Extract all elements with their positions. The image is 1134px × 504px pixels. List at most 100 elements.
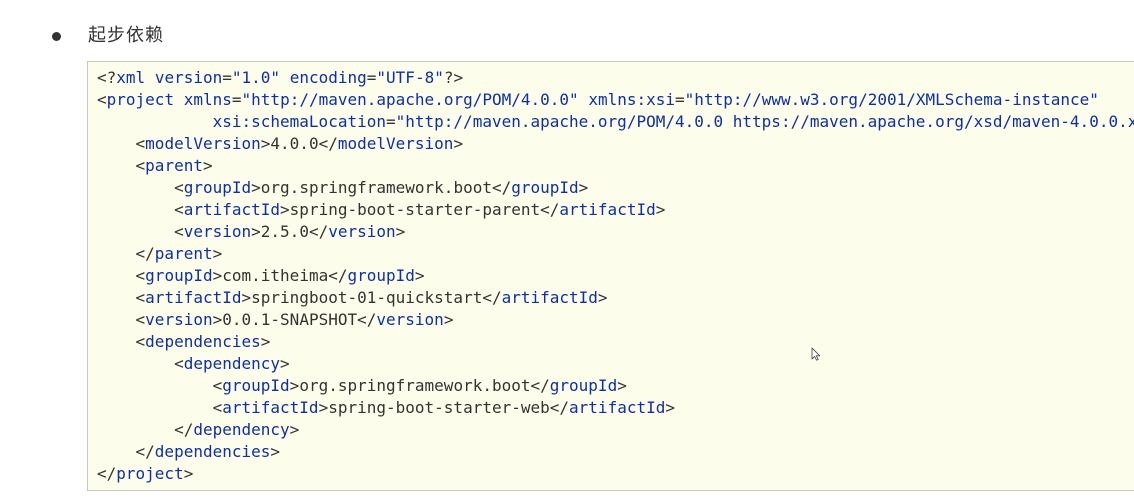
- bullet-item: 起步依赖: [52, 22, 163, 50]
- xml-text-token: </: [540, 200, 560, 219]
- code-line: <?xml version="1.0" encoding="UTF-8"?>: [97, 67, 1134, 89]
- xml-name-token: artifactId: [559, 200, 656, 219]
- xml-text-token: <?: [97, 68, 117, 87]
- xml-text-token: <: [212, 376, 223, 395]
- xml-text-token: <: [97, 90, 107, 109]
- xml-text-token: >: [289, 376, 300, 395]
- xml-value-token: "http://www.w3.org/2001/XMLSchema-instan…: [684, 90, 1099, 109]
- xml-name-token: groupId: [549, 376, 618, 395]
- xml-text-token: </: [135, 244, 155, 263]
- xml-text-token: ?>: [443, 68, 464, 87]
- xml-text-token: [97, 398, 213, 417]
- bullet-dot-icon: [52, 32, 61, 41]
- xml-text-token: >: [289, 420, 300, 439]
- xml-value-token: "1.0": [231, 68, 281, 87]
- code-line: <dependencies>: [97, 331, 1134, 353]
- xml-text-token: >: [241, 288, 252, 307]
- xml-text-token: [97, 200, 174, 219]
- xml-text-token: <: [174, 178, 184, 197]
- xml-text-token: [97, 354, 174, 373]
- xml-name-token: groupId: [511, 178, 579, 197]
- xml-text-token: >: [212, 244, 223, 263]
- xml-text-token: <: [135, 310, 146, 329]
- code-line: <artifactId>spring-boot-starter-web</art…: [97, 397, 1134, 419]
- xml-text-token: [97, 178, 174, 197]
- xml-text-token: >: [414, 266, 425, 285]
- xml-text-token: >: [280, 354, 290, 373]
- xml-name-token: parent: [154, 244, 213, 263]
- xml-name-token: dependency: [183, 354, 281, 373]
- xml-text-token: >: [665, 398, 675, 417]
- xml-text-token: >: [655, 200, 666, 219]
- xml-text-token: >: [260, 134, 271, 153]
- xml-text-token: [97, 266, 136, 285]
- xml-name-token: dependencies: [154, 442, 271, 461]
- code-line: <dependency>: [97, 353, 1134, 375]
- xml-name-token: project: [116, 464, 184, 483]
- xml-name-token: encoding: [289, 68, 367, 87]
- xml-name-token: xsi:schemaLocation: [212, 112, 386, 131]
- xml-name-token: version: [145, 310, 213, 329]
- xml-text-token: [579, 90, 589, 109]
- xml-name-token: artifactId: [501, 288, 598, 307]
- xml-text-token: >: [318, 398, 329, 417]
- xml-name-token: groupId: [183, 178, 252, 197]
- code-line: </project>: [97, 463, 1134, 485]
- xml-text-token: </: [174, 420, 194, 439]
- xml-text-token: [174, 90, 184, 109]
- xml-name-token: dependencies: [145, 332, 261, 351]
- xml-text-token: [97, 156, 136, 175]
- xml-name-token: artifactId: [183, 200, 281, 219]
- xml-text-token: </: [357, 310, 377, 329]
- xml-text-token: <: [174, 222, 184, 241]
- xml-text-token: <: [135, 288, 146, 307]
- xml-name-token: groupId: [222, 376, 290, 395]
- xml-text-token: [97, 442, 136, 461]
- xml-text-token: </: [491, 178, 512, 197]
- xml-text-token: </: [549, 398, 570, 417]
- xml-name-token: version: [183, 222, 252, 241]
- xml-text-token: [97, 244, 136, 263]
- xml-text-token: [97, 310, 136, 329]
- xml-name-token: parent: [145, 156, 203, 175]
- code-line: <groupId>com.itheima</groupId>: [97, 265, 1134, 287]
- xml-value-token: "UTF-8": [376, 68, 444, 87]
- xml-text-token: [97, 376, 213, 395]
- xml-name-token: version: [328, 222, 396, 241]
- code-line: <parent>: [97, 155, 1134, 177]
- xml-text-token: </: [328, 266, 348, 285]
- code-line: <version>2.5.0</version>: [97, 221, 1134, 243]
- xml-text-token: >: [395, 222, 406, 241]
- xml-text-token: <: [135, 332, 146, 351]
- xml-text-token: >: [597, 288, 608, 307]
- xml-text-token: >: [270, 442, 281, 461]
- xml-text-token: [97, 222, 174, 241]
- code-line: </parent>: [97, 243, 1134, 265]
- xml-text-token: >: [578, 178, 589, 197]
- xml-name-token: artifactId: [569, 398, 666, 417]
- xml-name-token: artifactId: [222, 398, 319, 417]
- xml-text-token: 2.5.0: [260, 222, 309, 241]
- xml-text-token: >: [260, 332, 271, 351]
- xml-text-token: =: [231, 90, 242, 109]
- xml-name-token: modelVersion: [337, 134, 454, 153]
- xml-text-token: com.itheima: [222, 266, 329, 285]
- xml-text-token: [97, 332, 136, 351]
- xml-name-token: groupId: [347, 266, 415, 285]
- xml-text-token: org.springframework.boot: [299, 376, 531, 395]
- xml-name-token: project: [106, 90, 175, 109]
- xml-text-token: </: [308, 222, 329, 241]
- xml-text-token: <: [174, 354, 184, 373]
- code-block[interactable]: <?xml version="1.0" encoding="UTF-8"?> <p…: [87, 61, 1134, 491]
- code-line: <modelVersion>4.0.0</modelVersion>: [97, 133, 1134, 155]
- xml-text-token: [97, 288, 136, 307]
- xml-text-token: </: [482, 288, 502, 307]
- xml-text-token: <: [174, 200, 184, 219]
- xml-text-token: <: [212, 398, 223, 417]
- xml-text-token: >: [280, 200, 290, 219]
- xml-name-token: artifactId: [145, 288, 242, 307]
- xml-name-token: xmlns:xsi: [588, 90, 676, 109]
- code-line: </dependencies>: [97, 441, 1134, 463]
- code-line: <groupId>org.springframework.boot</group…: [97, 375, 1134, 397]
- xml-text-token: <: [135, 134, 146, 153]
